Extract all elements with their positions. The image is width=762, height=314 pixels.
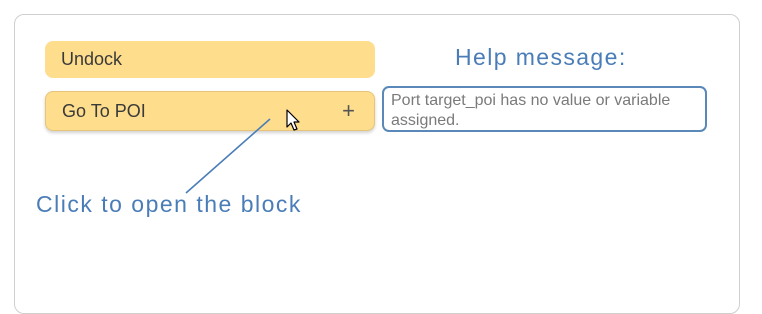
go-to-poi-block-label: Go To POI — [62, 101, 146, 121]
help-message-title: Help message: — [455, 44, 627, 70]
help-message-text: Port target_poi has no value or variable… — [391, 92, 671, 129]
annotation-label: Click to open the block — [36, 191, 302, 217]
plus-icon[interactable]: + — [342, 92, 355, 130]
undock-block[interactable]: Undock — [45, 41, 375, 78]
help-message-box: Port target_poi has no value or variable… — [382, 86, 707, 132]
undock-block-label: Undock — [61, 49, 123, 69]
go-to-poi-block[interactable]: Go To POI + — [45, 91, 375, 131]
